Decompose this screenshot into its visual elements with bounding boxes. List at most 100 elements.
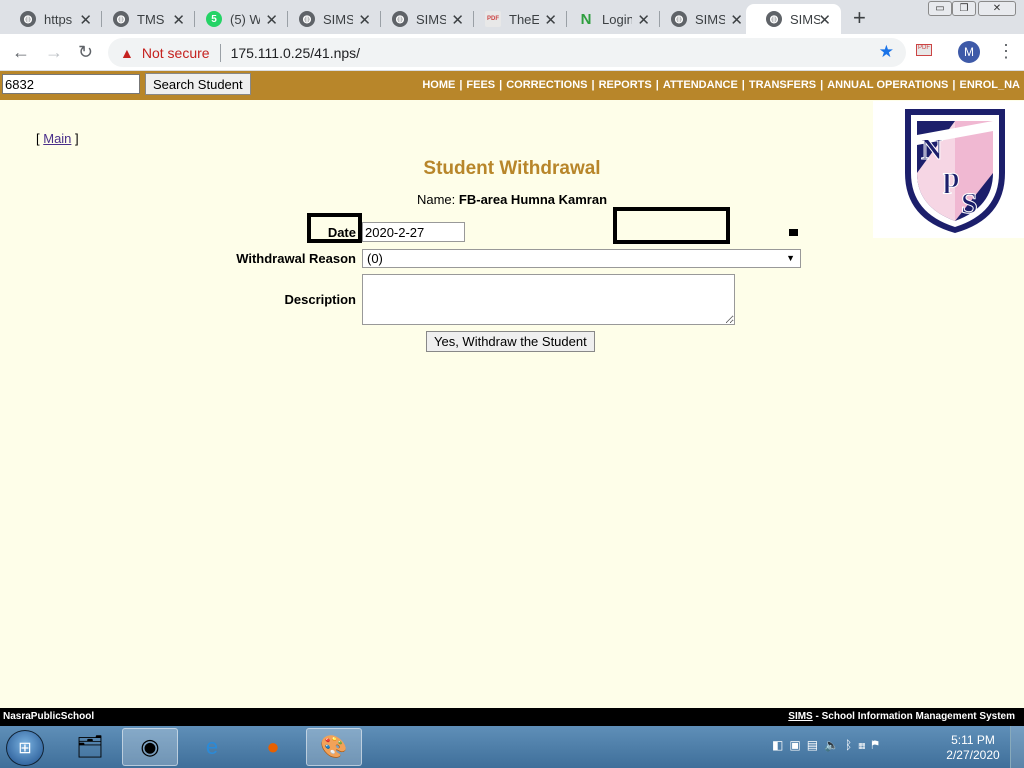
tab-title: TMS bbox=[137, 11, 165, 27]
paint-icon[interactable]: 🎨 bbox=[306, 728, 362, 766]
tab-title: SIMS bbox=[790, 11, 820, 27]
withdrawal-reason-select[interactable]: (0) ▼ bbox=[362, 249, 801, 268]
address-bar[interactable]: ▲ Not secure 175.111.0.25/41.nps/ ★ bbox=[108, 38, 906, 67]
tab-title: https bbox=[44, 11, 73, 27]
url-text[interactable]: 175.111.0.25/41.nps/ bbox=[231, 45, 360, 61]
action-center-flag-icon[interactable]: ⚑ bbox=[871, 738, 884, 752]
footer-sims-link[interactable]: SIMS bbox=[788, 711, 812, 722]
restore-button[interactable]: ❐ bbox=[952, 1, 976, 16]
withdrawal-reason-label: Withdrawal Reason bbox=[236, 251, 356, 266]
back-button[interactable]: ← bbox=[12, 42, 30, 63]
description-label: Description bbox=[284, 292, 356, 307]
tab-title: SIMS bbox=[695, 11, 725, 27]
forward-button[interactable]: → bbox=[45, 42, 63, 63]
close-tab-icon[interactable]: ✕ bbox=[730, 11, 743, 29]
nav-enrol[interactable]: ENROL_NA bbox=[959, 79, 1020, 91]
student-name: FB-area Humna Kamran bbox=[458, 192, 608, 207]
tab-title: SIMS bbox=[323, 11, 353, 27]
security-label[interactable]: Not secure bbox=[142, 45, 210, 61]
start-button[interactable]: ⊞ bbox=[6, 730, 44, 766]
nav-reports[interactable]: REPORTS bbox=[599, 79, 652, 91]
clock-time: 5:11 PM bbox=[951, 733, 995, 747]
taskbar-clock[interactable]: 5:11 PM 2/27/2020 bbox=[940, 733, 1006, 763]
browser-tab-4[interactable]: ◍ SIMS ✕ bbox=[279, 4, 381, 34]
file-explorer-icon[interactable]: 🗂 bbox=[62, 728, 118, 766]
nav-separator: | bbox=[655, 79, 659, 91]
nav-separator: | bbox=[499, 79, 503, 91]
browser-tab-active[interactable]: ◍ SIMS ✕ bbox=[746, 4, 841, 34]
close-tab-icon[interactable]: ✕ bbox=[358, 11, 371, 29]
browser-tab-7[interactable]: N Login ✕ bbox=[558, 4, 660, 34]
profile-avatar[interactable]: M bbox=[958, 41, 980, 63]
close-tab-icon[interactable]: ✕ bbox=[265, 11, 278, 29]
close-tab-icon[interactable]: ✕ bbox=[79, 11, 92, 29]
volume-icon[interactable]: 🔈 bbox=[824, 738, 845, 752]
globe-icon: ◍ bbox=[299, 11, 315, 27]
network-icon[interactable]: ▦ bbox=[858, 738, 871, 752]
minimize-button[interactable]: ▭ bbox=[928, 1, 952, 16]
footer-school-name: NasraPublicSchool bbox=[3, 711, 95, 722]
site-header-bar: Search Student HOME|FEES|CORRECTIONS|REP… bbox=[0, 71, 1024, 100]
browser-menu-icon[interactable]: ⋮ bbox=[997, 41, 1015, 62]
close-tab-icon[interactable]: ✕ bbox=[637, 11, 650, 29]
nav-separator: | bbox=[820, 79, 824, 91]
nav-corrections[interactable]: CORRECTIONS bbox=[506, 79, 587, 91]
internet-explorer-icon[interactable]: e bbox=[184, 728, 240, 766]
browser-tab-2[interactable]: ◍ TMS ✕ bbox=[93, 4, 195, 34]
browser-tab-strip: ◍ https ✕ ◍ TMS ✕ 5 (5) W ✕ ◍ SIMS ✕ ◍ S… bbox=[0, 0, 1024, 34]
browser-tab-3[interactable]: 5 (5) W ✕ bbox=[186, 4, 288, 34]
warning-icon: ▲ bbox=[120, 44, 134, 61]
nav-separator: | bbox=[952, 79, 956, 91]
pdf-icon: PDF bbox=[485, 11, 501, 27]
student-search-input[interactable] bbox=[2, 74, 140, 94]
page-title: Student Withdrawal bbox=[423, 158, 601, 179]
page-footer: NasraPublicSchool SIMS - School Informat… bbox=[0, 708, 1024, 726]
search-student-button[interactable]: Search Student bbox=[145, 73, 251, 95]
main-link-wrapper: [ Main ] bbox=[36, 131, 79, 146]
student-name-line: Name: FB-area Humna Kamran bbox=[0, 192, 1024, 207]
top-navigation: HOME | FEES | CORRECTIONS | REPORTS | ATTENDANCE… bbox=[422, 79, 1020, 91]
withdraw-student-button[interactable]: Yes, Withdraw the Student bbox=[426, 331, 595, 352]
tray-app-icon[interactable]: ◧ bbox=[772, 738, 789, 752]
tab-title: (5) W bbox=[230, 11, 260, 27]
nav-annual-operations[interactable]: ANNUAL OPERATIONS bbox=[827, 79, 948, 91]
globe-icon: ◍ bbox=[671, 11, 687, 27]
close-tab-icon[interactable]: ✕ bbox=[818, 11, 831, 29]
browser-tab-1[interactable]: ◍ https ✕ bbox=[0, 4, 102, 34]
browser-toolbar: ← → ↻ ▲ Not secure 175.111.0.25/41.nps/ … bbox=[0, 34, 1024, 71]
firefox-icon[interactable]: ● bbox=[245, 728, 301, 766]
reload-button[interactable]: ↻ bbox=[78, 42, 93, 63]
close-tab-icon[interactable]: ✕ bbox=[451, 11, 464, 29]
system-tray: ◧▣▤🔈ᛒ▦⚑ bbox=[772, 738, 885, 752]
nav-home[interactable]: HOME bbox=[422, 79, 455, 91]
redaction-mark bbox=[789, 229, 798, 236]
browser-tab-8[interactable]: ◍ SIMS ✕ bbox=[651, 4, 753, 34]
dropdown-arrow-icon: ▼ bbox=[786, 253, 795, 263]
close-tab-icon[interactable]: ✕ bbox=[172, 11, 185, 29]
bookmark-star-icon[interactable]: ★ bbox=[879, 42, 894, 62]
close-tab-icon[interactable]: ✕ bbox=[544, 11, 557, 29]
n-logo-icon: N bbox=[580, 10, 592, 28]
new-tab-button[interactable]: + bbox=[853, 5, 866, 31]
clock-date: 2/27/2020 bbox=[946, 748, 1000, 762]
globe-icon: ◍ bbox=[113, 11, 129, 27]
tab-title: TheE bbox=[509, 11, 539, 27]
description-textarea[interactable] bbox=[362, 274, 735, 325]
browser-tab-6[interactable]: PDF TheE ✕ bbox=[465, 4, 567, 34]
nav-attendance[interactable]: ATTENDANCE bbox=[663, 79, 738, 91]
pdf-extension-icon[interactable]: PDF bbox=[916, 44, 932, 56]
whatsapp-icon: 5 bbox=[206, 11, 222, 27]
date-input[interactable] bbox=[362, 222, 465, 242]
show-desktop-button[interactable] bbox=[1010, 726, 1024, 768]
bluetooth-icon[interactable]: ᛒ bbox=[845, 738, 858, 752]
globe-icon: ◍ bbox=[20, 11, 36, 27]
nav-transfers[interactable]: TRANSFERS bbox=[749, 79, 816, 91]
nav-fees[interactable]: FEES bbox=[466, 79, 495, 91]
browser-tab-5[interactable]: ◍ SIMS ✕ bbox=[372, 4, 474, 34]
main-link[interactable]: Main bbox=[43, 131, 71, 146]
close-window-button[interactable]: ✕ bbox=[978, 1, 1016, 16]
tray-app2-icon[interactable]: ▤ bbox=[807, 738, 824, 752]
withdrawal-reason-value: (0) bbox=[367, 251, 383, 266]
tray-device-icon[interactable]: ▣ bbox=[789, 738, 806, 752]
chrome-icon[interactable]: ◉ bbox=[122, 728, 178, 766]
